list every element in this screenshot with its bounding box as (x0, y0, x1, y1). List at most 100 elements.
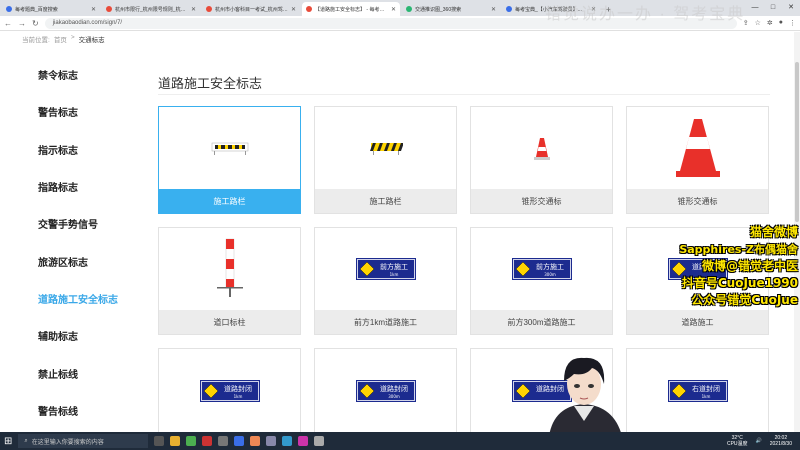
crossing-post-icon (159, 228, 300, 310)
sign-card[interactable]: 右道封闭 1km (626, 348, 769, 433)
sidebar-item[interactable]: 禁令标志 (22, 56, 142, 93)
tab-close-icon[interactable]: ✕ (191, 6, 196, 13)
overlay-line: 猫舍微博 (749, 225, 798, 239)
sign-card[interactable]: 锥形交通标 (470, 106, 613, 214)
back-icon[interactable]: ← (4, 19, 12, 28)
breadcrumb-current[interactable]: 交通标志 (79, 34, 105, 44)
app-icon[interactable] (234, 436, 245, 446)
sign-text: 右道封闭 (692, 384, 720, 393)
weather-widget[interactable]: 32°C CPU温度 (727, 435, 748, 447)
tab-title: 杭州市限行_杭州限号规则_杭州... (115, 6, 188, 13)
browser-tab[interactable]: 【道路施工安全标志】 - 每考宝典 ✕ (302, 2, 400, 16)
app-icon[interactable] (202, 436, 213, 446)
bookmark-star-icon[interactable]: ☆ (755, 19, 761, 27)
tab-favicon-icon (6, 6, 12, 12)
volume-icon[interactable]: 🔊 (756, 438, 762, 444)
sign-caption: 施工路栏 (315, 189, 456, 213)
sign-caption: 锥形交通标 (471, 189, 612, 213)
breadcrumb-home[interactable]: 首页 (54, 34, 67, 44)
windows-start-icon[interactable]: ⊞ (4, 436, 12, 447)
sign-card[interactable]: 道口标柱 (158, 227, 301, 335)
tab-favicon-icon (106, 6, 112, 12)
sign-card[interactable]: 道路封闭 300m (314, 348, 457, 433)
sign-subtext: 300m (544, 272, 556, 277)
minimize-button[interactable]: — (746, 0, 764, 16)
chrome-icon[interactable] (186, 436, 197, 446)
overlay-line: 公众号错觉CuoJue (691, 293, 798, 307)
browser-tab[interactable]: 杭州市小客科目一考试_杭州驾驶... ✕ (202, 2, 300, 16)
sidebar-item[interactable]: 道路施工安全标志 (22, 280, 142, 317)
sign-subtext: 1km (701, 394, 710, 399)
sidebar-item[interactable]: 禁止标线 (22, 354, 142, 391)
tab-close-icon[interactable]: ✕ (391, 6, 396, 13)
sign-caption: 锥形交通标 (627, 189, 768, 213)
road-closed-sign-icon: 道路封闭 300m (315, 349, 456, 432)
reload-icon[interactable]: ↻ (32, 19, 39, 28)
sidebar-item[interactable]: 警告标志 (22, 93, 142, 130)
sign-card[interactable]: 前方施工 300m 前方300m道路施工 (470, 227, 613, 335)
task-view-icon[interactable] (154, 436, 165, 446)
title-divider (158, 94, 770, 95)
app-icon[interactable] (266, 436, 277, 446)
sidebar-item[interactable]: 指路标志 (22, 168, 142, 205)
sidebar-item[interactable]: 旅游区标志 (22, 242, 142, 279)
sidebar-item[interactable]: 警告标线 (22, 392, 142, 429)
browser-tab[interactable]: 杭州市限行_杭州限号规则_杭州... ✕ (102, 2, 200, 16)
sign-caption: 前方1km道路施工 (315, 310, 456, 334)
scrollbar-thumb[interactable] (795, 62, 799, 222)
sign-caption: 道口标柱 (159, 310, 300, 334)
tab-close-icon[interactable]: ✕ (291, 6, 296, 13)
sign-text: 前方施工 (536, 262, 564, 271)
system-tray: 32°C CPU温度 🔊 20:02 2021/8/30 (727, 432, 792, 450)
tab-title: 每考题典_百度搜索 (15, 6, 58, 13)
breadcrumb-prefix: 当前位置: (22, 37, 50, 44)
tab-favicon-icon (506, 6, 512, 12)
construction-ahead-sign-icon: 前方施工 300m (471, 228, 612, 310)
taskbar-apps (154, 436, 325, 446)
sign-caption: 施工路栏 (159, 189, 300, 213)
app-icon[interactable] (314, 436, 325, 446)
tab-title: 交通推识图_360搜索 (415, 6, 462, 13)
menu-icon[interactable]: ⋮ (789, 19, 796, 27)
profile-icon[interactable]: ● (779, 19, 783, 27)
breadcrumb: 当前位置: 首页 > 交通标志 (22, 34, 105, 44)
sidebar-item[interactable]: 交警手势信号 (22, 205, 142, 242)
vtuber-avatar (549, 357, 622, 436)
sign-card[interactable]: 锥形交通标 (626, 106, 769, 214)
app-icon[interactable] (250, 436, 261, 446)
right-lane-closed-sign-icon: 右道封闭 1km (627, 349, 768, 432)
stream-watermark: 错觉说办一办 · 驾考宝典 (545, 6, 746, 23)
extensions-icon[interactable]: ✲ (767, 19, 773, 27)
taskbar-search[interactable]: ⌕ 在这里输入你要搜索的内容 (18, 434, 149, 448)
sign-text: 前方施工 (380, 262, 408, 271)
browser-tab[interactable]: 交通推识图_360搜索 ✕ (402, 2, 500, 16)
sign-card[interactable]: 施工路栏 (314, 106, 457, 214)
forward-icon[interactable]: → (18, 19, 26, 28)
sign-text: 道路封闭 (380, 384, 408, 393)
sign-card[interactable]: 前方施工 1km 前方1km道路施工 (314, 227, 457, 335)
tab-close-icon[interactable]: ✕ (91, 6, 96, 13)
tab-favicon-icon (206, 6, 212, 12)
file-explorer-icon[interactable] (170, 436, 181, 446)
sign-caption: 道路施工 (627, 310, 768, 334)
sidebar-item[interactable]: 辅助标志 (22, 317, 142, 354)
breadcrumb-sep: > (70, 34, 75, 41)
taskbar-search-placeholder: 在这里输入你要搜索的内容 (31, 439, 104, 446)
tab-title: 【道路施工安全标志】 - 每考宝典 (315, 6, 388, 13)
sign-card[interactable]: 施工路栏 (158, 106, 301, 214)
sign-subtext: 1km (389, 272, 398, 277)
clock[interactable]: 20:02 2021/8/30 (770, 435, 792, 447)
browser-tab[interactable]: 每考题典_百度搜索 ✕ (2, 2, 100, 16)
sidebar-item[interactable]: 指示标志 (22, 131, 142, 168)
close-window-button[interactable]: ✕ (782, 0, 800, 16)
sign-card[interactable]: 道路封闭 1km (158, 348, 301, 433)
maximize-button[interactable]: □ (764, 0, 782, 16)
app-icon[interactable] (218, 436, 229, 446)
construction-ahead-sign-icon: 前方施工 1km (315, 228, 456, 310)
tab-favicon-icon (306, 6, 312, 12)
app-icon[interactable] (282, 436, 293, 446)
clock-date: 2021/8/30 (769, 441, 792, 447)
app-icon[interactable] (298, 436, 309, 446)
tab-title: 杭州市小客科目一考试_杭州驾驶... (215, 6, 288, 13)
tab-close-icon[interactable]: ✕ (491, 6, 496, 13)
